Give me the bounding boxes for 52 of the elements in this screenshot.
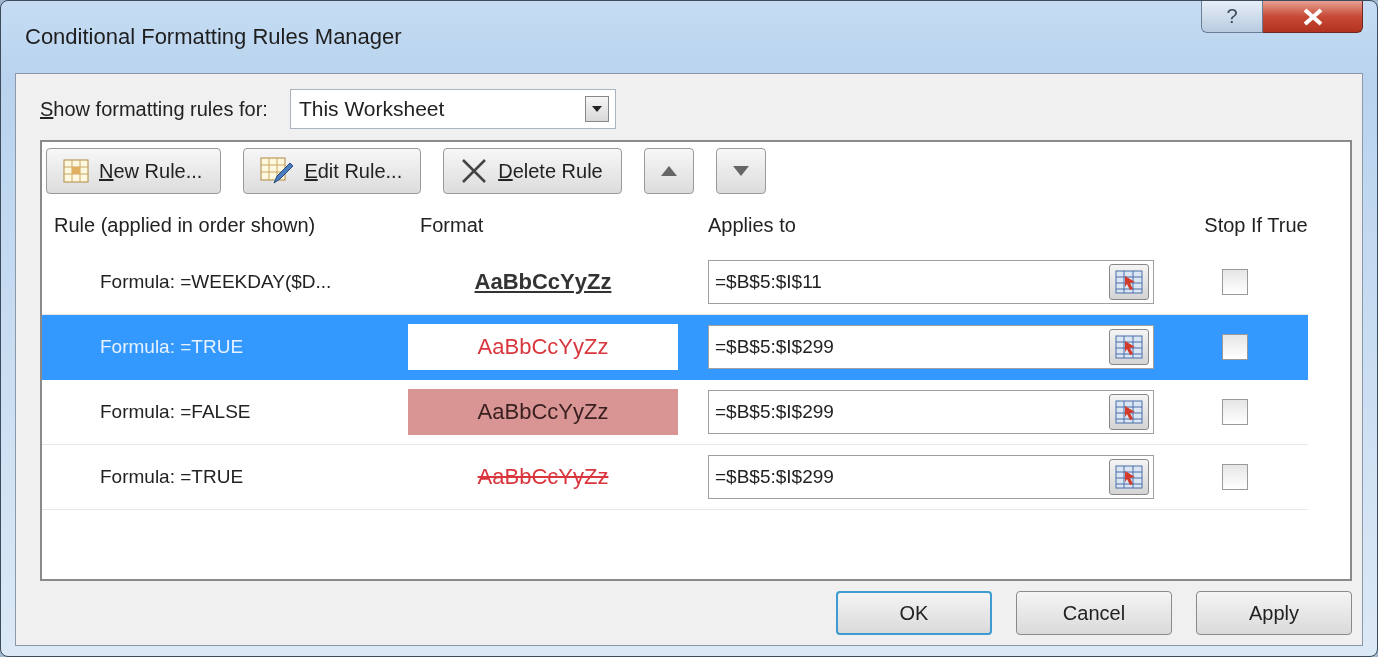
stop-if-true-checkbox[interactable] (1222, 399, 1248, 425)
format-sample: AaBbCcYyZz (477, 464, 609, 490)
dialog-button[interactable]: Cancel (1016, 591, 1172, 635)
window-title: Conditional Formatting Rules Manager (25, 24, 402, 50)
scope-label: Show formatting rules for: (40, 97, 268, 121)
stop-if-true-checkbox[interactable] (1222, 334, 1248, 360)
help-button[interactable]: ? (1201, 1, 1263, 33)
move-down-button[interactable] (715, 148, 766, 194)
range-select-button[interactable] (1109, 394, 1149, 430)
range-select-icon (1115, 335, 1143, 359)
caret-down-icon (591, 106, 602, 112)
table-icon (63, 159, 89, 183)
triangle-up-icon (660, 166, 677, 176)
table-pencil-icon (260, 157, 295, 185)
delete-rule-button[interactable]: Delete Rule (443, 148, 622, 194)
rule-row[interactable]: Formula: =TRUE AaBbCcYyZz =$B$5:$I$299 (42, 315, 1308, 380)
stop-if-true-checkbox[interactable] (1222, 464, 1248, 490)
rule-text: Formula: =TRUE (99, 336, 245, 358)
column-header: Applies to (707, 213, 797, 237)
range-select-button[interactable] (1109, 459, 1149, 495)
format-sample: AaBbCcYyZz (474, 269, 612, 295)
triangle-down-icon (732, 166, 749, 176)
applies-to-field[interactable]: =$B$5:$I$11 (708, 260, 1154, 304)
applies-to-field[interactable]: =$B$5:$I$299 (708, 390, 1154, 434)
stop-if-true-checkbox[interactable] (1222, 269, 1248, 295)
column-header: Format (419, 213, 485, 237)
move-up-button[interactable] (643, 148, 694, 194)
rule-text: Formula: =TRUE (99, 466, 245, 488)
close-button[interactable] (1263, 1, 1363, 33)
rule-text: Formula: =WEEKDAY($D... (99, 271, 333, 293)
rule-row[interactable]: Formula: =TRUE AaBbCcYyZz =$B$5:$I$299 (42, 445, 1308, 510)
column-header: Rule (applied in order shown) (53, 213, 317, 237)
format-sample: AaBbCcYyZz (477, 334, 609, 360)
close-icon (1301, 7, 1324, 26)
new-rule-button[interactable]: New Rule... (46, 148, 222, 194)
applies-to-field[interactable]: =$B$5:$I$299 (708, 325, 1154, 369)
edit-rule-button[interactable]: Edit Rule... (243, 148, 422, 194)
dialog-button[interactable]: OK (836, 591, 992, 635)
range-select-icon (1115, 400, 1143, 424)
range-select-icon (1115, 270, 1143, 294)
format-sample: AaBbCcYyZz (477, 399, 609, 425)
x-icon (460, 157, 489, 185)
range-select-button[interactable] (1109, 264, 1149, 300)
dialog-button[interactable]: Apply (1196, 591, 1352, 635)
rule-text: Formula: =FALSE (99, 401, 252, 423)
applies-to-field[interactable]: =$B$5:$I$299 (708, 455, 1154, 499)
range-select-icon (1115, 465, 1143, 489)
range-select-button[interactable] (1109, 329, 1149, 365)
column-header: Stop If True (1203, 213, 1309, 237)
rule-row[interactable]: Formula: =WEEKDAY($D... AaBbCcYyZz =$B$5:$I$11 (42, 250, 1308, 315)
scope-dropdown[interactable]: This Worksheet (289, 89, 616, 129)
rule-row[interactable]: Formula: =FALSE AaBbCcYyZz =$B$5:$I$299 (42, 380, 1308, 445)
